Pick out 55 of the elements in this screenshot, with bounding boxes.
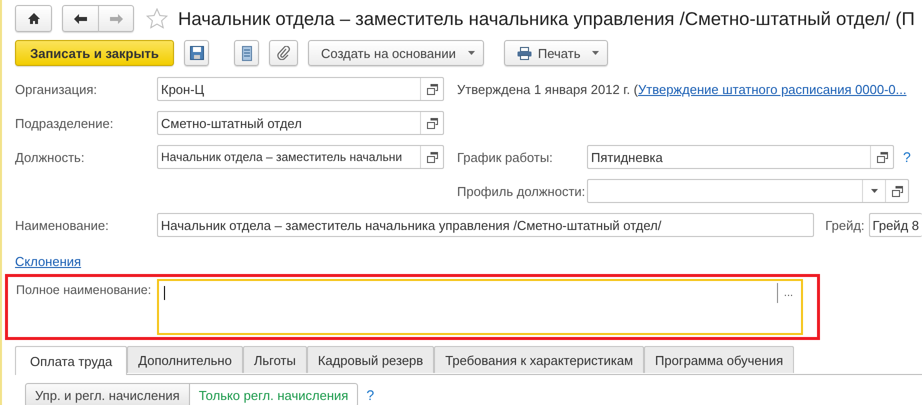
dropdown-caret-icon — [870, 189, 878, 193]
schedule-field[interactable]: Пятидневка — [587, 145, 894, 169]
department-field[interactable]: Сметно-штатный отдел — [157, 111, 444, 135]
open-window-icon — [876, 152, 888, 162]
field-label: Подразделение: — [15, 116, 114, 130]
paperclip-icon — [277, 46, 290, 60]
list-icon — [242, 46, 252, 60]
star-icon[interactable] — [146, 8, 168, 29]
grade-field[interactable]: Грейд 8 — [868, 213, 922, 237]
open-window-icon — [892, 186, 902, 196]
back-button[interactable] — [62, 5, 99, 32]
declensions-link[interactable]: Склонения — [15, 254, 82, 268]
field-label: График работы: — [457, 150, 554, 164]
name-field[interactable]: Начальник отдела – заместитель начальника управления /Сметно-штатный отдел/ — [156, 213, 814, 237]
tab[interactable]: Кадровый резерв — [306, 346, 434, 373]
text-cursor — [164, 286, 165, 300]
save-button[interactable] — [184, 40, 209, 66]
field-label: Должность: — [15, 150, 86, 164]
field-label: Организация: — [15, 82, 98, 96]
print-button[interactable]: Печать — [504, 40, 608, 66]
mode-toggle-button[interactable]: Только регл. начисления — [190, 383, 358, 405]
open-window-icon — [426, 118, 438, 128]
caret-icon — [592, 51, 600, 55]
open-window-icon — [426, 84, 438, 94]
profile-field[interactable] — [587, 179, 909, 203]
tab[interactable]: Оплата труда — [15, 346, 128, 375]
field-label: Профиль должности: — [457, 184, 586, 198]
approval-text: Утверждена 1 января 2012 г. ( — [457, 82, 638, 96]
left-arrow-icon — [74, 14, 87, 24]
right-arrow-icon — [110, 14, 122, 24]
tab[interactable]: Льготы — [242, 346, 307, 373]
tab[interactable]: Программа обучения — [644, 346, 794, 373]
field-label: Грейд: — [825, 218, 865, 232]
help-link[interactable]: ? — [366, 387, 374, 403]
tab[interactable]: Требования к характеристикам — [434, 346, 644, 373]
tab[interactable]: Дополнительно — [127, 346, 243, 373]
list-button[interactable] — [234, 40, 259, 66]
window-title: Начальник отдела – заместитель начальника управления /Сметно-штатный отдел/ (П — [178, 8, 915, 30]
approval-link[interactable]: Утверждение штатного расписания 0000-0... — [638, 82, 906, 96]
save-close-button[interactable]: Записать и закрыть — [15, 40, 174, 66]
more-button[interactable]: ... — [777, 283, 799, 303]
caret-icon — [468, 51, 475, 55]
field-label: Полное наименование: — [16, 282, 152, 299]
field-label: Наименование: — [15, 218, 110, 232]
open-window-icon — [426, 152, 438, 162]
mode-toggle-button[interactable]: Упр. и регл. начисления — [25, 383, 190, 405]
help-link[interactable]: ? — [903, 149, 911, 165]
full-name-field[interactable]: ... — [157, 279, 803, 335]
attachment-button[interactable] — [269, 40, 298, 66]
printer-icon — [516, 46, 532, 60]
create-based-on-button[interactable]: Создать на основании — [308, 40, 484, 66]
home-icon — [28, 13, 40, 24]
home-button[interactable] — [15, 5, 52, 32]
position-field[interactable]: Начальник отдела – заместитель начальни — [157, 145, 444, 169]
organization-field[interactable]: Крон-Ц — [157, 77, 444, 101]
